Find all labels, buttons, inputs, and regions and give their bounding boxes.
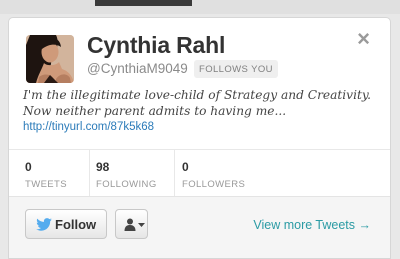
- avatar-image: [26, 35, 74, 83]
- page-background-edge: [0, 0, 400, 14]
- stat-label: FOLLOWERS: [182, 179, 246, 190]
- top-accent-bar: [95, 0, 192, 6]
- person-icon: [124, 218, 136, 231]
- stat-value: 98: [96, 160, 110, 174]
- caret-down-icon: [138, 223, 145, 227]
- profile-name[interactable]: Cynthia Rahl: [87, 32, 225, 59]
- screen-name[interactable]: @CynthiaM9049: [87, 61, 188, 76]
- stat-value: 0: [182, 160, 189, 174]
- stat-tweets[interactable]: 0 TWEETS: [25, 160, 67, 190]
- profile-url-link[interactable]: http://tinyurl.com/87k5k68: [23, 121, 154, 133]
- avatar[interactable]: [26, 35, 74, 83]
- bio-line: I'm the illegitimate love-child of Strat…: [23, 88, 372, 102]
- stat-separator: [89, 150, 90, 196]
- follows-you-badge: FOLLOWS YOU: [194, 60, 278, 78]
- stat-following[interactable]: 98 FOLLOWING: [96, 160, 157, 190]
- bio-line: Now neither parent admits to having me..…: [23, 104, 287, 118]
- close-icon[interactable]: ×: [357, 28, 370, 50]
- stat-separator: [174, 150, 175, 196]
- follow-button-label: Follow: [55, 217, 97, 232]
- stats-divider: [9, 149, 390, 150]
- card-footer: Follow View more Tweets →: [9, 196, 390, 258]
- stat-label: TWEETS: [25, 179, 67, 190]
- user-actions-dropdown-button[interactable]: [115, 209, 148, 239]
- profile-bio: I'm the illegitimate love-child of Strat…: [23, 87, 383, 119]
- stat-followers[interactable]: 0 FOLLOWERS: [182, 160, 245, 190]
- view-more-tweets-link[interactable]: View more Tweets →: [253, 218, 371, 232]
- stat-label: FOLLOWING: [96, 179, 157, 190]
- twitter-bird-icon: [36, 218, 52, 231]
- stat-value: 0: [25, 160, 32, 174]
- follow-button[interactable]: Follow: [25, 209, 107, 239]
- profile-popup-card: × Cynthia Rahl @CynthiaM9049 FOLLOWS YOU…: [8, 17, 391, 259]
